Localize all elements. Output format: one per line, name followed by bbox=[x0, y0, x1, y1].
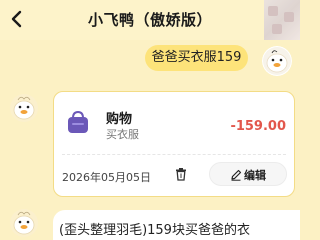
expense-record-card[interactable]: 购物 买衣服 -159.00 2026年05月05日 编辑 bbox=[53, 91, 295, 197]
record-date: 2026年05月05日 bbox=[62, 171, 151, 184]
user-message-bubble: 爸爸买衣服159 bbox=[145, 45, 248, 71]
bot-message-bubble: (歪头整理羽毛)159块买爸爸的衣 bbox=[53, 210, 300, 240]
shopping-bag-icon bbox=[68, 110, 88, 133]
record-note: 买衣服 bbox=[106, 128, 139, 141]
edit-button-label: 编辑 bbox=[244, 169, 266, 182]
header-decoration bbox=[264, 0, 300, 40]
pencil-icon bbox=[231, 169, 242, 181]
edit-button[interactable]: 编辑 bbox=[209, 162, 287, 186]
bot-avatar bbox=[10, 94, 38, 122]
bot-avatar bbox=[10, 209, 38, 237]
record-category: 购物 bbox=[106, 112, 133, 127]
card-divider bbox=[62, 154, 286, 155]
header-bar: 小飞鸭（傲娇版） bbox=[0, 0, 300, 40]
record-amount: -159.00 bbox=[230, 119, 286, 134]
page-title: 小飞鸭（傲娇版） bbox=[87, 11, 212, 29]
user-avatar bbox=[262, 46, 292, 76]
trash-icon[interactable] bbox=[174, 167, 188, 181]
